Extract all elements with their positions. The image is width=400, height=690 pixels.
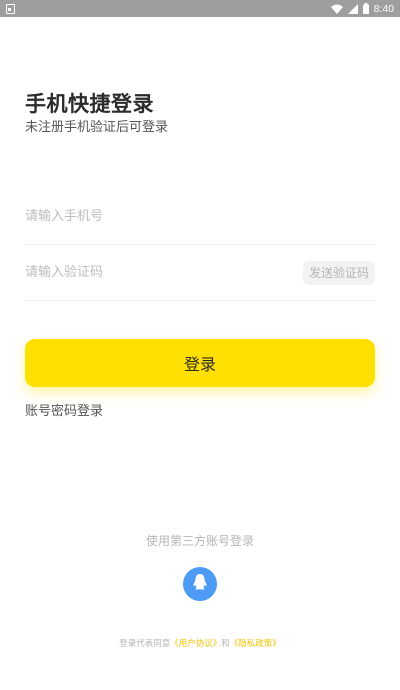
phone-input[interactable] [25,209,275,224]
agreement-and: 和 [221,639,230,649]
battery-icon [362,3,369,14]
agreement-text: 登录代表同意《用户协议》和《隐私政策》 [0,637,400,649]
send-code-button[interactable]: 发送验证码 [302,260,375,285]
agreement-prefix: 登录代表同意 [119,639,171,649]
password-login-link[interactable]: 账号密码登录 [25,400,103,419]
status-left [6,3,15,14]
verification-code-input[interactable] [25,265,275,280]
third-party-login-label: 使用第三方账号登录 [145,534,254,548]
login-button[interactable]: 登录 [25,339,375,387]
sim-icon [6,3,15,14]
page-subtitle: 未注册手机验证后可登录 [25,120,169,135]
qq-icon [192,573,208,595]
user-agreement-link[interactable]: 《用户协议》 [170,639,221,649]
phone-field [25,189,375,245]
qq-login-button[interactable] [183,567,217,601]
page-title: 手机快捷登录 [25,92,154,116]
code-field: 发送验证码 [25,245,375,301]
status-bar: 8:40 [0,0,400,17]
wifi-icon [330,4,343,14]
status-time: 8:40 [373,2,394,15]
status-right: 8:40 [330,2,394,15]
signal-icon [347,3,358,14]
privacy-policy-link[interactable]: 《隐私政策》 [230,639,281,649]
